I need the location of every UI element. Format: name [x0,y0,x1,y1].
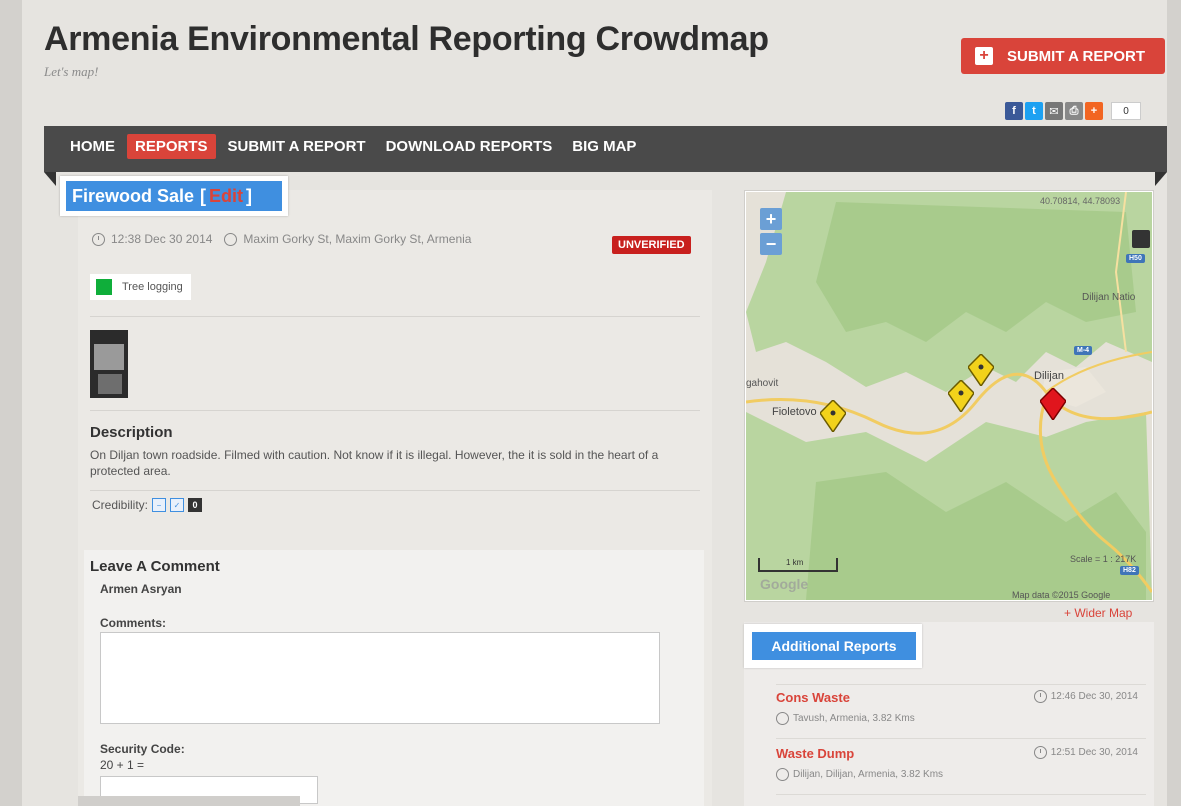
credibility-score: 0 [188,498,203,512]
report-meta: 12:38 Dec 30 2014 Maxim Gorky St, Maxim … [92,232,471,246]
divider [90,316,700,317]
report-location: Maxim Gorky St, Maxim Gorky St, Armenia [243,232,472,246]
share-bar: f t ✉ ⎙ + 0 [1005,102,1141,120]
thumbnail-detail [98,374,122,394]
plus-icon: + [975,47,993,65]
edit-link[interactable]: Edit [209,186,243,207]
nav-submit-report[interactable]: SUBMIT A REPORT [220,134,374,159]
map-label-dilijan: Dilijan [1034,370,1064,382]
divider [776,794,1146,795]
edit-bracket-close: ] [246,185,253,206]
additional-report-title[interactable]: Waste Dump [776,746,854,761]
category-label: Tree logging [122,281,183,293]
google-logo: Google [760,576,809,592]
map-marker-yellow[interactable] [820,400,846,432]
category-tag[interactable]: Tree logging [90,274,191,300]
comment-user-name: Armen Asryan [100,582,182,596]
description-text: On Diljan town roadside. Filmed with cau… [90,448,659,478]
site-tagline: Let's map! [44,64,99,79]
clock-icon [1033,690,1047,703]
map-zoom-out-button[interactable]: − [760,233,782,255]
facebook-icon[interactable]: f [1005,102,1023,120]
map-label-dilijan-national: Dilijan Natio [1082,292,1136,303]
nav-items: HOME REPORTS SUBMIT A REPORT DOWNLOAD RE… [62,134,644,159]
additional-report-location-text: Dilijan, Dilijan, Armenia, 3.82 Kms [793,769,944,780]
email-icon[interactable]: ✉ [1045,102,1063,120]
additional-report-title[interactable]: Cons Waste [776,690,850,705]
navbar-fold-right [1155,172,1167,186]
clock-icon [92,232,105,246]
navbar-fold-left [44,172,56,186]
additional-report-location: Tavush, Armenia, 3.82 Kms [776,712,915,725]
submit-report-label: SUBMIT A REPORT [1007,47,1146,65]
map-coordinates: 40.70814, 44.78093 [1040,196,1121,206]
road-shield-h50: H50 [1126,254,1145,263]
nav-reports[interactable]: REPORTS [127,134,216,159]
nav-big-map[interactable]: BIG MAP [564,134,644,159]
map-marker-red-selected[interactable] [1040,388,1066,420]
divider [776,684,1146,685]
page-gutter-left [0,0,22,806]
credibility-label: Credibility: [92,498,149,512]
bottom-shade [78,796,300,806]
vote-down-icon[interactable]: − [152,498,167,512]
page-gutter-right [1167,0,1181,806]
nav-download-reports[interactable]: DOWNLOAD REPORTS [378,134,561,159]
additional-report-time-text: 12:51 Dec 30, 2014 [1050,747,1138,758]
divider [90,410,700,411]
report-title: Firewood Sale [ Edit ] [66,181,282,211]
location-icon [776,712,789,725]
report-title-text: Firewood Sale [72,185,195,206]
additional-report-time: 12:51 Dec 30, 2014 [1033,746,1138,759]
status-badge: UNVERIFIED [612,236,691,254]
additional-reports-heading: Additional Reports [752,632,916,660]
map-scale-label: 1 km [786,558,804,567]
thumbnail-detail [94,344,124,370]
description-heading: Description [90,424,173,441]
security-code-question: 20 + 1 = [100,758,145,772]
map-credits[interactable]: Map data ©2015 Google [1012,590,1110,600]
site-title[interactable]: Armenia Environmental Reporting Crowdmap [44,20,769,59]
nav-home[interactable]: HOME [62,134,123,159]
clock-icon [1033,746,1047,759]
additional-report-time: 12:46 Dec 30, 2014 [1033,690,1138,703]
comments-textarea[interactable] [100,632,660,724]
additional-report-time-text: 12:46 Dec 30, 2014 [1050,691,1138,702]
map-label-fioletovo: Fioletovo [772,406,817,418]
location-icon [224,232,238,246]
location-icon [776,768,789,781]
report-time: 12:38 Dec 30 2014 [111,232,213,246]
category-swatch [96,279,112,295]
map-label-gahovit: gahovit [746,378,779,389]
road-shield-m4: M-4 [1074,346,1093,355]
additional-report-location: Dilijan, Dilijan, Armenia, 3.82 Kms [776,768,943,781]
map-zoom-in-button[interactable]: + [760,208,782,230]
security-code-label: Security Code: [100,742,185,756]
vote-up-icon[interactable]: ✓ [170,498,185,512]
additional-report-location-text: Tavush, Armenia, 3.82 Kms [793,713,915,724]
map-layers-icon[interactable] [1132,230,1150,248]
comment-heading: Leave A Comment [90,558,220,575]
divider [90,490,700,491]
print-icon[interactable]: ⎙ [1065,102,1083,120]
road-shield-h82: H82 [1120,566,1139,575]
share-count: 0 [1111,102,1141,120]
wider-map-link[interactable]: + Wider Map [1064,606,1132,620]
map-scale-ratio: Scale = 1 : 217K [1070,554,1137,564]
comments-label: Comments: [100,616,167,630]
edit-bracket-open: [ [200,185,207,206]
list-item[interactable]: Cons Waste 12:46 Dec 30, 2014 Tavush, Ar… [776,686,1146,738]
submit-report-button[interactable]: + SUBMIT A REPORT [961,38,1165,74]
list-item[interactable]: Waste Dump 12:51 Dec 30, 2014 Dilijan, D… [776,742,1146,794]
twitter-icon[interactable]: t [1025,102,1043,120]
report-photo-thumbnail[interactable] [90,330,128,398]
divider [776,738,1146,739]
credibility: Credibility: − ✓ 0 [92,498,203,512]
map-marker-yellow[interactable] [968,354,994,386]
share-more-icon[interactable]: + [1085,102,1103,120]
